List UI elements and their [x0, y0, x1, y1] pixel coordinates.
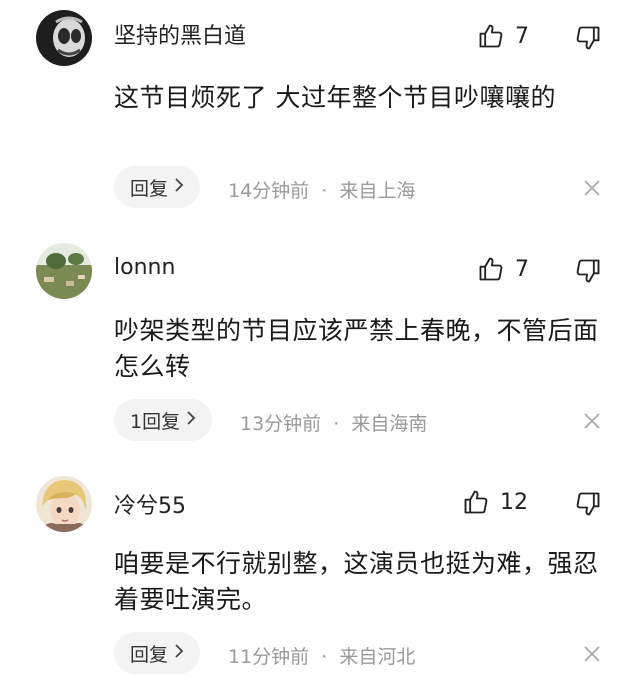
like-button[interactable]: 7: [477, 22, 529, 50]
reply-label: 1回复: [130, 410, 181, 433]
like-count: 7: [515, 256, 529, 282]
close-icon[interactable]: [582, 411, 602, 431]
comment-location: 来自河北: [339, 646, 416, 668]
thumbs-up-icon: [477, 22, 505, 50]
avatar[interactable]: [36, 10, 92, 66]
comment-meta: 14分钟前 · 来自上海: [228, 176, 415, 203]
comment-text: 吵架类型的节目应该严禁上春晚，不管后面怎么转: [114, 316, 599, 381]
comment-time: 14分钟前: [228, 180, 310, 202]
chevron-right-icon: [174, 643, 184, 663]
like-count: 7: [515, 23, 529, 49]
dislike-button[interactable]: [574, 24, 602, 52]
chevron-right-icon: [186, 410, 196, 430]
like-count: 12: [500, 489, 528, 515]
close-icon[interactable]: [582, 178, 602, 198]
reply-button[interactable]: 1回复: [114, 399, 213, 441]
close-icon[interactable]: [582, 644, 602, 664]
dislike-button[interactable]: [574, 257, 602, 285]
meta-separator: ·: [321, 646, 328, 668]
thumbs-down-icon: [574, 24, 602, 52]
comment-meta: 13分钟前 · 来自海南: [240, 409, 427, 436]
thumbs-up-icon: [462, 488, 490, 516]
comment-meta: 11分钟前 · 来自河北: [228, 642, 415, 669]
comment-location: 来自海南: [351, 413, 428, 435]
thumbs-down-icon: [574, 257, 602, 285]
meta-separator: ·: [333, 413, 340, 435]
chevron-right-icon: [174, 177, 184, 197]
comment-time: 11分钟前: [228, 646, 310, 668]
reply-button[interactable]: 回复: [114, 632, 201, 674]
reply-button[interactable]: 回复: [114, 166, 201, 208]
comment-location: 来自上海: [339, 180, 416, 202]
reply-label: 回复: [130, 643, 169, 666]
like-button[interactable]: 12: [462, 488, 528, 516]
username[interactable]: lonnn: [114, 255, 175, 280]
username[interactable]: 冷兮55: [114, 488, 186, 520]
avatar[interactable]: [36, 243, 92, 299]
thumbs-down-icon: [574, 490, 602, 518]
comment-text: 这节目烦死了 大过年整个节目吵嚷嚷的: [114, 83, 556, 112]
reply-label: 回复: [130, 177, 169, 200]
comment-time: 13分钟前: [240, 413, 322, 435]
comment-text: 咱要是不行就别整，这演员也挺为难，强忍着要吐演完。: [114, 549, 599, 614]
like-button[interactable]: 7: [477, 255, 529, 283]
avatar[interactable]: [36, 476, 92, 532]
thumbs-up-icon: [477, 255, 505, 283]
dislike-button[interactable]: [574, 490, 602, 518]
meta-separator: ·: [321, 180, 328, 202]
username[interactable]: 坚持的黑白道: [114, 18, 246, 50]
